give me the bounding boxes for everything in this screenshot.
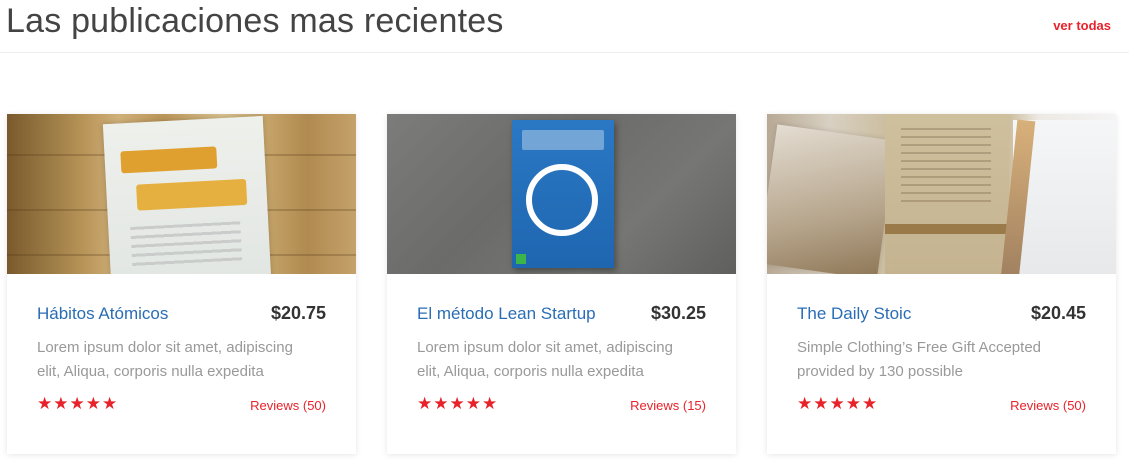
book-cover-image[interactable] [767,114,1116,274]
description-line: Lorem ipsum dolor sit amet, adipiscing [37,339,293,356]
book-cover-image[interactable] [7,114,356,274]
description-line: Simple Clothing’s Free Gift Accepted [797,339,1042,356]
publication-card[interactable]: The Daily Stoic $20.45 Simple Clothing’s… [767,114,1116,454]
section-title: Las publicaciones mas recientes [6,2,504,40]
publications-grid: Hábitos Atómicos $20.75 Lorem ipsum dolo… [7,114,1119,459]
book-price: $30.25 [650,303,706,323]
description-line: elit, Aliqua, corporis nulla expedita [37,363,264,380]
reviews-link[interactable]: Reviews (50) [250,398,326,413]
section-header: Las publicaciones mas recientes ver toda… [0,0,1129,58]
publication-card[interactable]: El método Lean Startup $30.25 Lorem ipsu… [387,114,736,454]
paper-graphic [1000,119,1116,274]
book-title-link[interactable]: El método Lean Startup [417,304,596,324]
star-rating: ★★★★★ [37,394,119,413]
book-description: Lorem ipsum dolor sit amet, adipiscing e… [417,336,707,384]
book-description: Lorem ipsum dolor sit amet, adipiscing e… [37,336,327,384]
book-price: $20.45 [1030,303,1086,323]
reviews-link[interactable]: Reviews (50) [1010,398,1086,413]
book-title-link[interactable]: Hábitos Atómicos [37,304,168,324]
description-line: provided by 130 possible [797,363,963,380]
description-line: Lorem ipsum dolor sit amet, adipiscing [417,339,673,356]
star-rating: ★★★★★ [417,394,499,413]
book-graphic [102,115,272,274]
paper-graphic [767,124,897,274]
book-title-link[interactable]: The Daily Stoic [797,304,911,324]
publication-card[interactable]: Hábitos Atómicos $20.75 Lorem ipsum dolo… [7,114,356,454]
see-all-link[interactable]: ver todas [1053,18,1111,33]
description-line: elit, Aliqua, corporis nulla expedita [417,363,644,380]
book-cover-image[interactable] [387,114,736,274]
header-divider [0,52,1129,53]
book-description: Simple Clothing’s Free Gift Accepted pro… [797,336,1087,384]
reviews-link[interactable]: Reviews (15) [630,398,706,413]
book-price: $20.75 [270,303,326,323]
book-graphic [512,120,614,268]
star-rating: ★★★★★ [797,394,879,413]
paper-graphic [885,114,1009,274]
